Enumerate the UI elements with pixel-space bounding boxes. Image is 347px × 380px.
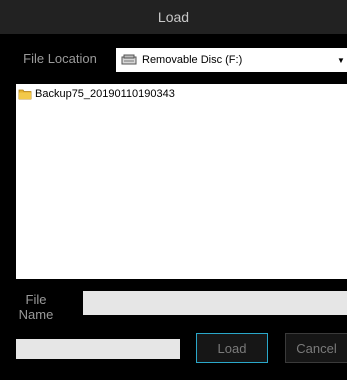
list-item[interactable]: Backup75_20190110190343 — [18, 87, 175, 101]
file-name-label: File Name — [18, 292, 54, 322]
status-field — [16, 339, 180, 359]
load-button[interactable]: Load — [196, 333, 268, 363]
file-name-input[interactable] — [83, 291, 347, 315]
file-location-value: Removable Disc (F:) — [142, 54, 243, 66]
file-list[interactable]: Backup75_20190110190343 — [16, 84, 347, 279]
file-location-dropdown[interactable]: Removable Disc (F:) ▼ — [116, 48, 347, 72]
dialog-title: Load — [157, 9, 190, 25]
dialog-titlebar: Load — [0, 0, 347, 34]
cancel-button[interactable]: Cancel — [285, 333, 347, 363]
chevron-down-icon[interactable]: ▼ — [335, 48, 347, 72]
list-item-label: Backup75_20190110190343 — [35, 88, 175, 100]
load-dialog: Load File Location Removable Disc (F:) ▼… — [0, 0, 347, 380]
file-location-label: File Location — [23, 51, 97, 66]
folder-icon — [18, 88, 32, 100]
removable-drive-icon — [121, 54, 137, 66]
